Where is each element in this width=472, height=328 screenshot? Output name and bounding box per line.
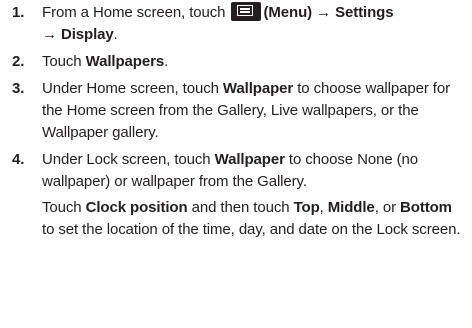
sub-text: , [319, 199, 328, 216]
step-3: 3. Under Home screen, touch Wallpaper to… [0, 78, 462, 144]
step-number: 3. [12, 80, 25, 97]
step-number: 2. [12, 53, 25, 70]
step-text: Touch [42, 53, 86, 70]
sub-text: to set the location of the time, day, an… [42, 221, 461, 238]
step-2: 2. Touch Wallpapers. [0, 51, 462, 73]
wallpaper-label: Wallpaper [214, 151, 285, 168]
bottom-option-label: Bottom [400, 199, 452, 216]
wallpaper-label: Wallpaper [222, 80, 294, 97]
middle-option-label: Middle [327, 199, 375, 216]
step-4: 4. Under Lock screen, touch Wallpaper to… [0, 149, 462, 241]
step-number: 4. [12, 151, 25, 168]
step-text: Under Lock screen, touch [42, 151, 215, 168]
instruction-list: 1. From a Home screen, touch (Menu) → Se… [0, 0, 472, 328]
top-option-label: Top [293, 199, 320, 216]
step-text: Under Home screen, touch [42, 80, 223, 97]
clock-position-label: Clock position [85, 199, 188, 216]
menu-settings-label: (Menu) → Settings [263, 4, 394, 21]
step-1: 1. From a Home screen, touch (Menu) → Se… [0, 2, 462, 46]
wallpapers-label: Wallpapers [85, 53, 165, 70]
step-end: . [113, 26, 118, 43]
display-label: → Display [42, 26, 114, 43]
sub-text: Touch [42, 199, 86, 216]
sub-text: and then touch [187, 199, 294, 216]
step-4-sub-paragraph: Touch Clock position and then touch Top,… [42, 197, 462, 241]
menu-icon [231, 2, 262, 21]
step-number: 1. [12, 4, 25, 21]
sub-text: , or [374, 199, 401, 216]
step-text: From a Home screen, touch [42, 4, 230, 21]
step-end: . [164, 53, 169, 70]
